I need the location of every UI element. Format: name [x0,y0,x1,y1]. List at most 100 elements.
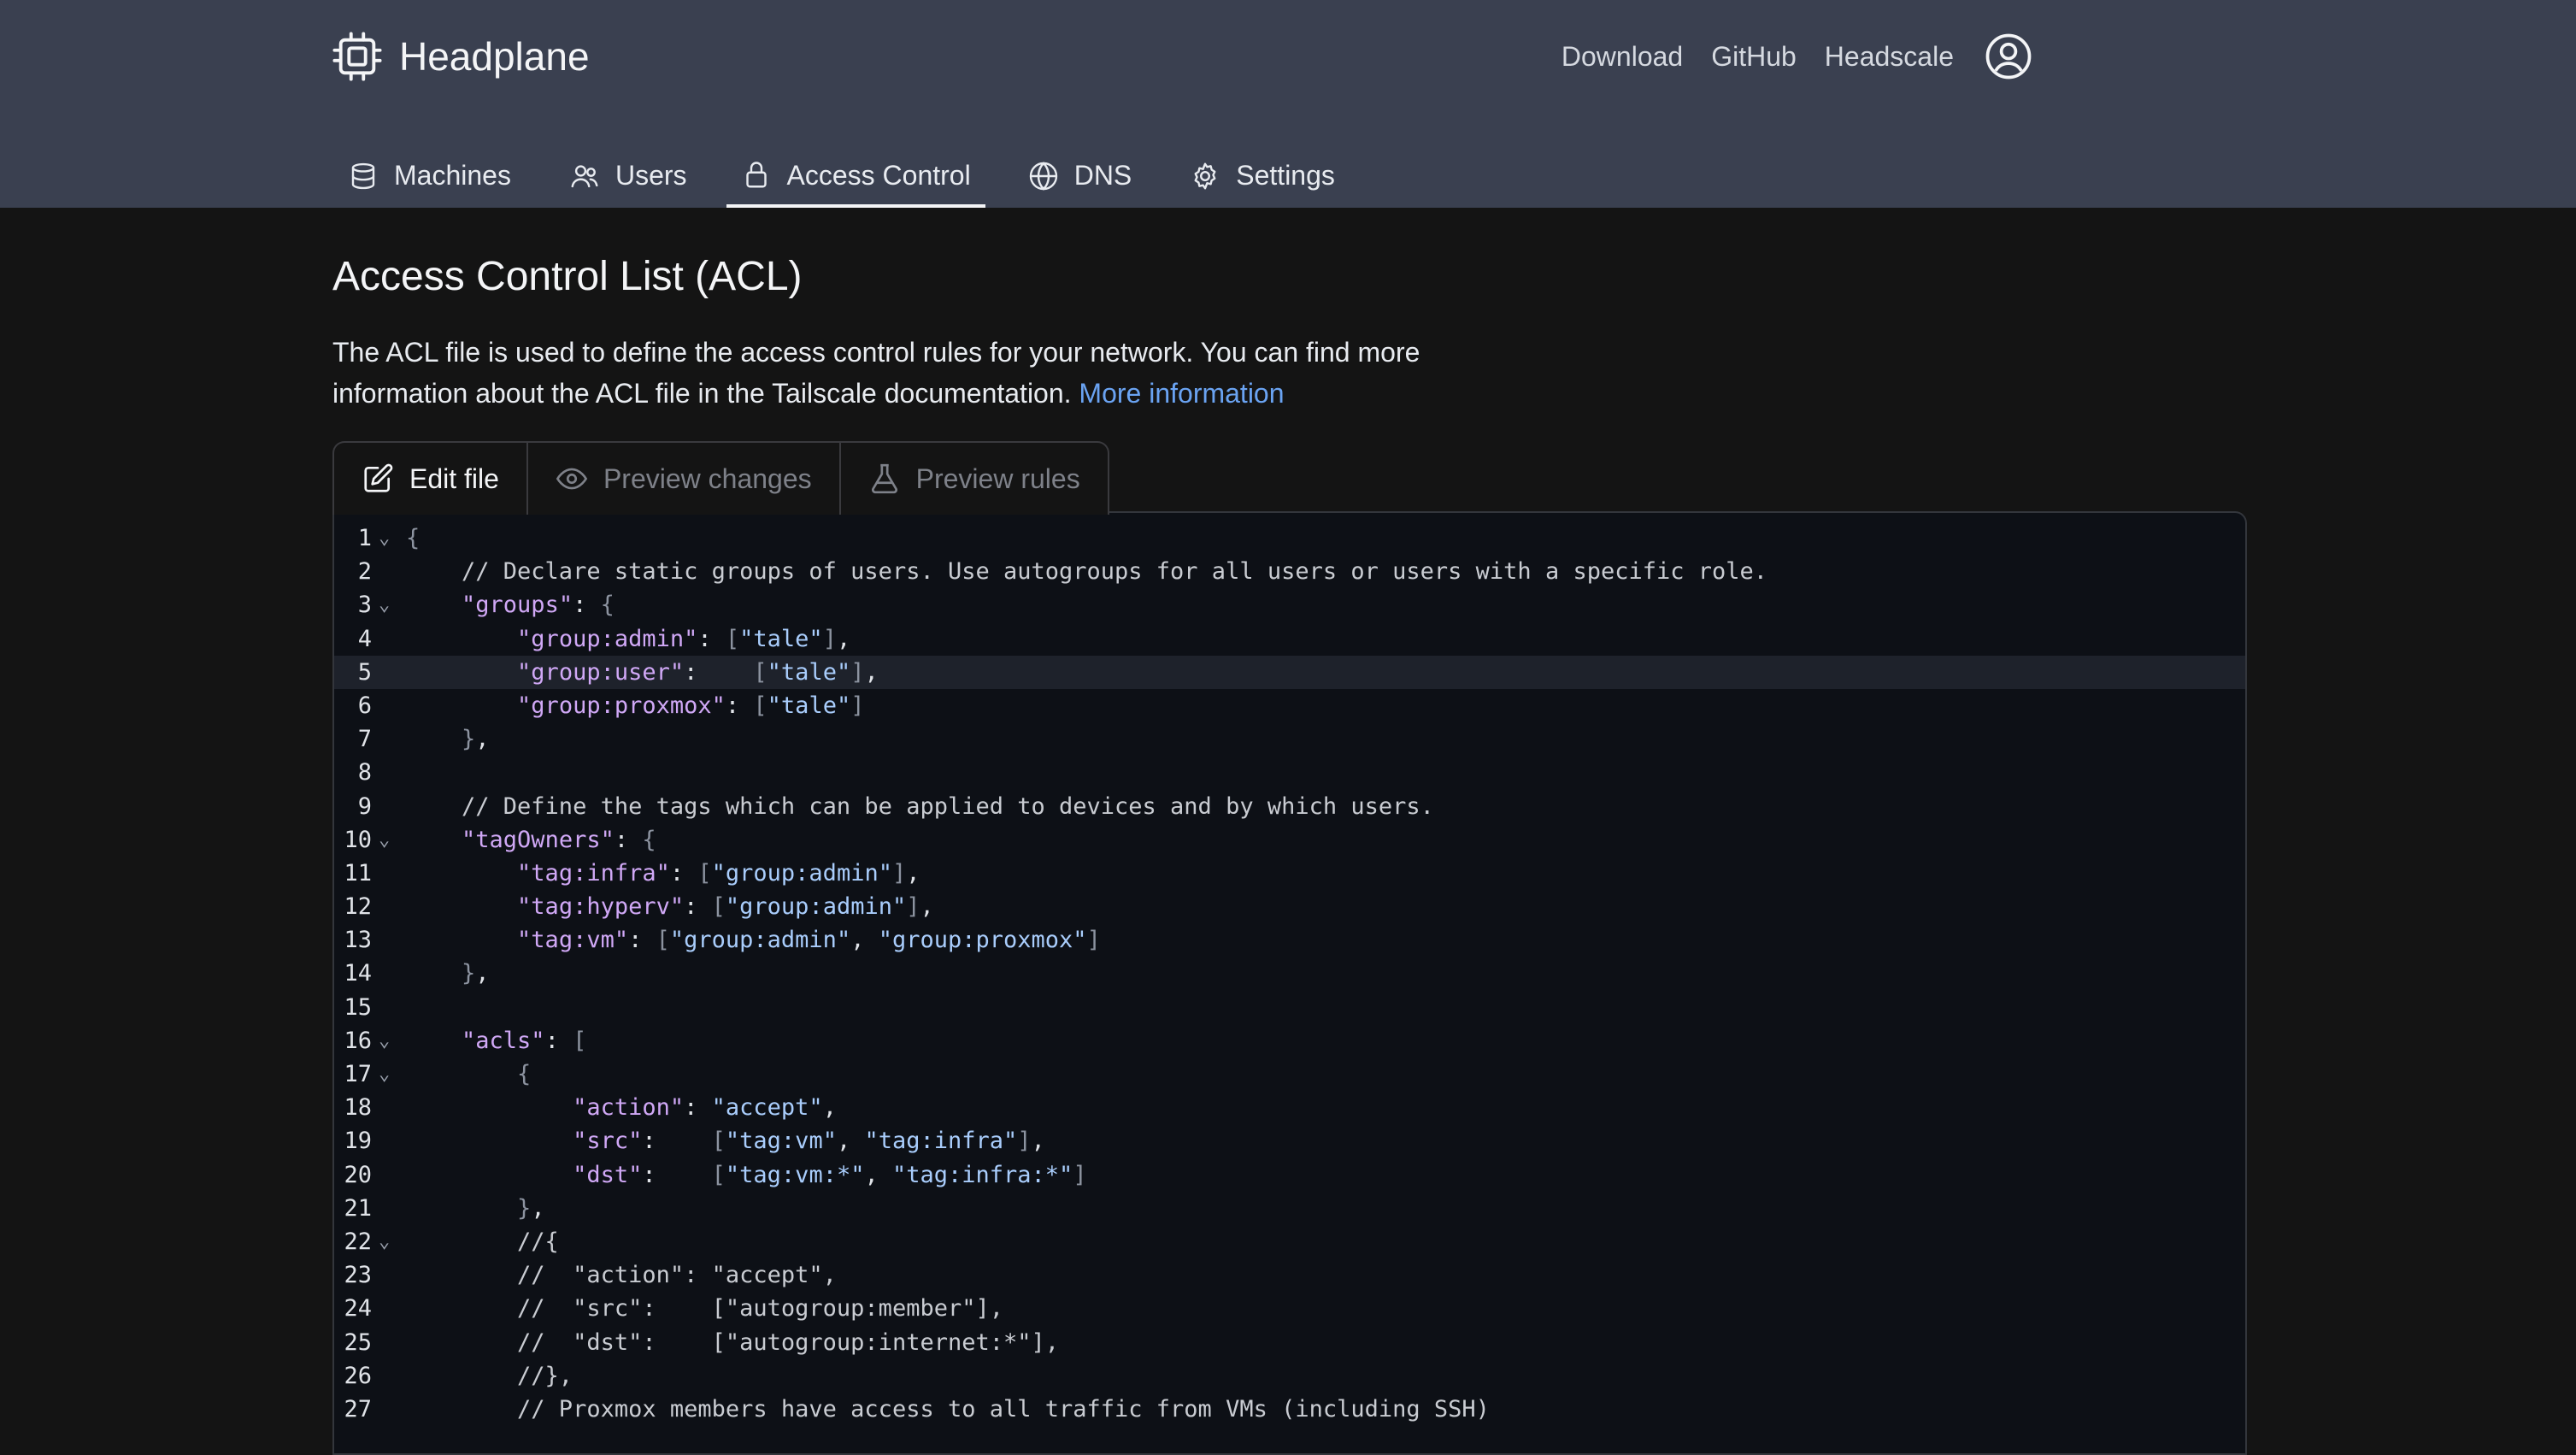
code-text: "group:proxmox": ["tale"] [517,692,865,719]
code-text: //}, [406,1362,573,1389]
code-text: // "action": "accept", [406,1262,837,1289]
code-line[interactable]: 1 ⌄ { [334,521,2245,555]
github-link[interactable]: GitHub [1711,41,1797,73]
tab-edit-file[interactable]: Edit file [334,443,528,515]
code-text: "src": ["tag:vm", "tag:infra"], [573,1128,1045,1155]
code-text: { [406,525,421,551]
code-text: "acls": [ [462,1027,587,1054]
users-icon [571,164,598,187]
code-line[interactable]: 11 "tag:infra": ["group:admin"], [334,857,2245,890]
line-number: 2 [357,558,372,586]
download-link[interactable]: Download [1561,41,1683,73]
line-number: 21 [344,1194,372,1222]
user-avatar-icon[interactable] [1985,32,2032,80]
code-line[interactable]: 25 // "dst": ["autogroup:internet:*"], [334,1326,2245,1359]
code-line[interactable]: 18 "action": "accept", [334,1091,2245,1124]
code-line[interactable]: 19 "src": ["tag:vm", "tag:infra"], [334,1124,2245,1158]
pencil-icon [364,463,393,492]
code-text: // Declare static groups of users. Use a… [406,558,1768,586]
code-line[interactable]: 2 // Declare static groups of users. Use… [334,555,2245,588]
code-line[interactable]: 5 "group:user": ["tale"], [334,655,2245,689]
tab-machines[interactable]: Machines [332,144,526,208]
fold-chevron-icon[interactable]: ⌄ [379,823,390,857]
code-text: //{ [406,1228,559,1255]
code-line[interactable]: 4 "group:admin": ["tale"], [334,622,2245,656]
tab-preview-rules[interactable]: Preview rules [841,443,1108,515]
line-number: 13 [344,927,372,954]
top-links: Download GitHub Headscale [1533,29,2032,84]
line-number: 4 [357,625,372,652]
headscale-link[interactable]: Headscale [1825,41,1954,73]
tab-settings[interactable]: Settings [1174,144,1350,208]
line-number: 15 [344,993,372,1021]
code-line[interactable]: 22 ⌄ //{ [334,1225,2245,1258]
code-text: }, [517,1194,545,1222]
main-tabs: Machines Users Access Control DNS Settin… [332,144,1378,208]
code-line[interactable]: 24 // "src": ["autogroup:member"], [334,1292,2245,1325]
line-number: 14 [344,960,372,987]
code-text: // Proxmox members have access to all tr… [406,1395,1490,1423]
code-text: "group:admin": ["tale"], [517,625,851,652]
editor-tab-label: Preview changes [603,462,812,494]
code-editor[interactable]: 1 ⌄ {2 // Declare static groups of users. … [332,511,2247,1455]
line-number: 25 [344,1328,372,1356]
line-number: 6 [357,692,372,719]
code-line[interactable]: 23 // "action": "accept", [334,1258,2245,1292]
tab-dns[interactable]: DNS [1013,144,1148,208]
code-line[interactable]: 26 //}, [334,1359,2245,1393]
top-header: Headplane Download GitHub Headscale Mach… [0,0,2576,208]
line-number: 16 [344,1027,372,1054]
brand[interactable]: Headplane [332,29,590,84]
code-line[interactable]: 16 ⌄ "acls": [ [334,1024,2245,1057]
code-line[interactable]: 13 "tag:vm": ["group:admin", "group:prox… [334,923,2245,957]
fold-chevron-icon[interactable]: ⌄ [379,1024,390,1057]
code-line[interactable]: 7 }, [334,722,2245,756]
lock-icon [745,161,767,187]
code-line[interactable]: 14 }, [334,957,2245,990]
code-text: "tag:infra": ["group:admin"], [517,859,920,887]
code-text: "tag:hyperv": ["group:admin"], [517,893,934,921]
tab-label: Machines [394,160,511,191]
eye-icon [556,468,588,490]
flask-icon [871,463,897,494]
code-line[interactable]: 9 // Define the tags which can be applie… [334,790,2245,823]
editor-tab-label: Preview rules [915,462,1080,494]
line-number: 19 [344,1128,372,1155]
line-number: 11 [344,859,372,887]
code-line[interactable]: 20 "dst": ["tag:vm:*", "tag:infra:*"] [334,1158,2245,1192]
line-number: 20 [344,1161,372,1188]
page-title: Access Control List (ACL) [332,254,803,299]
fold-chevron-icon[interactable]: ⌄ [379,1057,390,1091]
code-line[interactable]: 8 [334,756,2245,789]
code-lines: 1 ⌄ {2 // Declare static groups of users. … [334,521,2245,1426]
tab-users[interactable]: Users [554,144,703,208]
code-line[interactable]: 27 // Proxmox members have access to all… [334,1393,2245,1426]
code-text: "groups": { [462,592,615,619]
tab-label: Settings [1236,160,1335,191]
code-text: { [517,1061,532,1087]
page-description: The ACL file is used to define the acces… [332,332,1503,414]
line-number: 5 [357,658,372,686]
code-line[interactable]: 3 ⌄ "groups": { [334,588,2245,621]
line-number: 24 [344,1295,372,1322]
fold-chevron-icon[interactable]: ⌄ [379,588,390,621]
more-information-link[interactable]: More information [1079,378,1284,409]
code-line[interactable]: 15 [334,991,2245,1024]
line-number: 1 [357,525,372,551]
code-text: "group:user": ["tale"], [517,658,879,686]
tab-access-control[interactable]: Access Control [726,144,985,208]
line-number: 22 [344,1228,372,1255]
code-line[interactable]: 6 "group:proxmox": ["tale"] [334,689,2245,722]
code-line[interactable]: 17 ⌄ { [334,1057,2245,1091]
code-line[interactable]: 12 "tag:hyperv": ["group:admin"], [334,890,2245,923]
fold-chevron-icon[interactable]: ⌄ [379,521,390,555]
code-line[interactable]: 21 }, [334,1192,2245,1225]
code-line[interactable]: 10 ⌄ "tagOwners": { [334,823,2245,857]
tab-label: Users [615,160,687,191]
globe-icon [1029,161,1057,191]
tab-preview-changes[interactable]: Preview changes [528,443,841,515]
code-text: // "src": ["autogroup:member"], [406,1295,1003,1322]
gear-icon [1194,162,1216,189]
line-number: 8 [357,759,372,786]
fold-chevron-icon[interactable]: ⌄ [379,1225,390,1258]
